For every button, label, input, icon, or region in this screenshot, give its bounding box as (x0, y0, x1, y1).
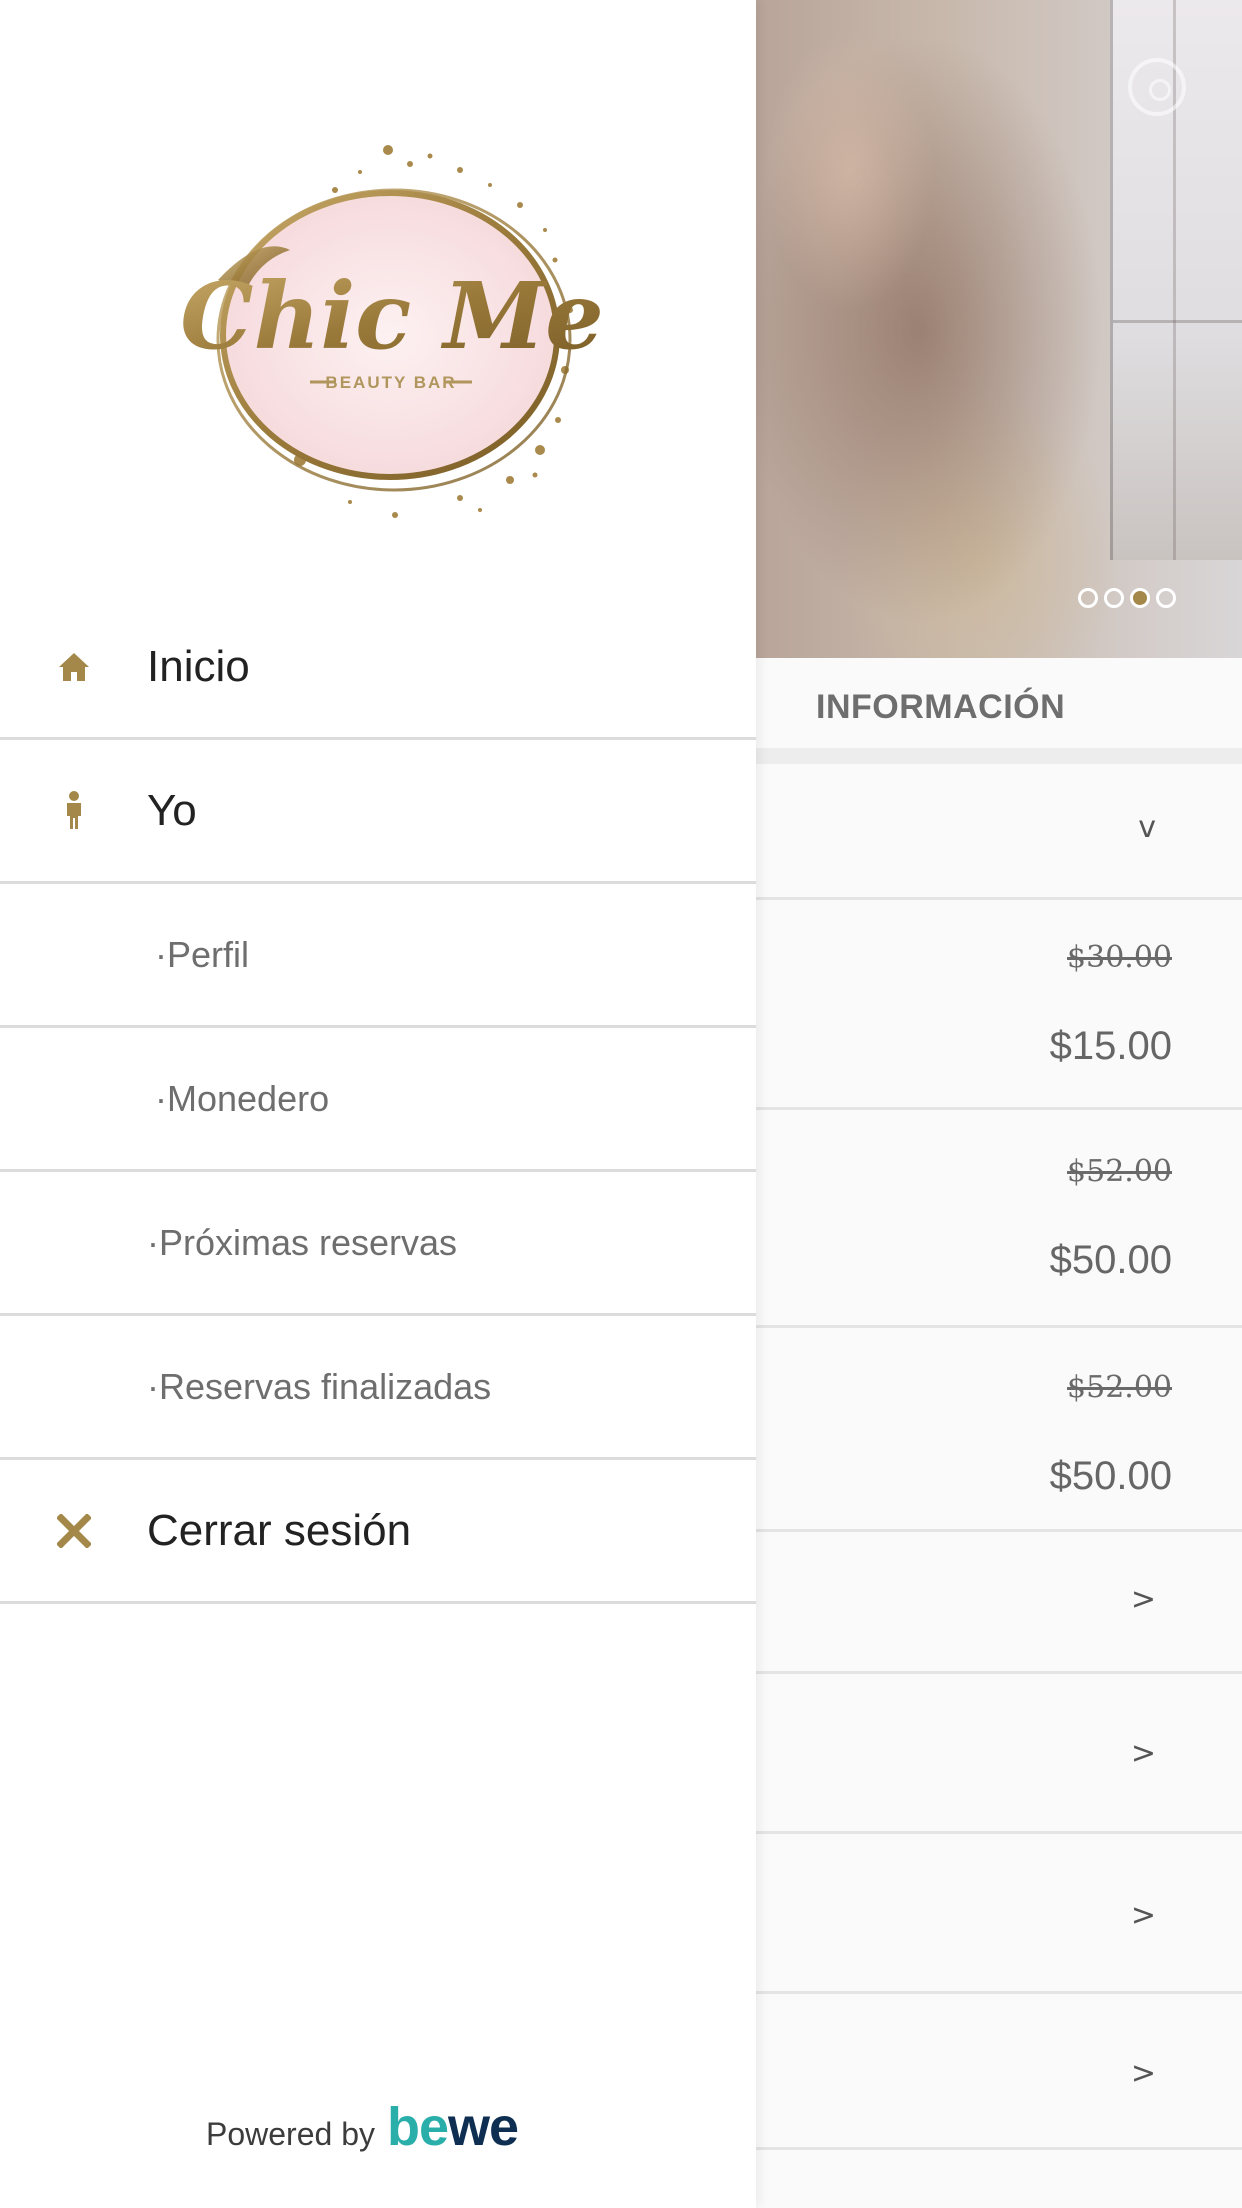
service-row[interactable]: $30.00 $15.00 (756, 900, 1242, 1110)
svg-text:Chic Me: Chic Me (180, 262, 600, 370)
category-row[interactable]: > (756, 1994, 1242, 2150)
chic-me-beauty-bar-logo: Chic Me BEAUTY BAR (180, 145, 600, 518)
menu-item-proximas-reservas[interactable]: ·Próximas reservas (0, 1172, 756, 1316)
service-row[interactable]: $52.00 $50.00 (756, 1110, 1242, 1328)
home-icon (54, 647, 94, 687)
person-icon (54, 790, 94, 831)
side-drawer-menu: Chic Me BEAUTY BAR Inicio Yo ·Perfil ·Mo… (0, 0, 756, 2208)
menu-item-cerrar-sesion[interactable]: Cerrar sesión (0, 1460, 756, 1604)
menu-label: Yo (147, 785, 197, 835)
discount-price: $15.00 (1049, 1024, 1172, 1068)
menu-label: Cerrar sesión (147, 1505, 412, 1555)
category-row[interactable]: > (756, 1532, 1242, 1674)
menu-label: ·Monedero (155, 1077, 330, 1119)
menu-item-monedero[interactable]: ·Monedero (0, 1028, 756, 1172)
menu-label: ·Reservas finalizadas (147, 1365, 492, 1407)
carousel-dot-active[interactable] (1130, 588, 1150, 608)
discount-price: $50.00 (1049, 1454, 1172, 1498)
menu-item-reservas-finalizadas[interactable]: ·Reservas finalizadas (0, 1316, 756, 1460)
settings-icon[interactable] (1128, 58, 1186, 116)
chevron-right-icon: > (1130, 1898, 1156, 1933)
carousel-indicator[interactable] (1078, 588, 1176, 608)
category-row[interactable]: > (756, 1834, 1242, 1994)
powered-by-text: Powered by (206, 2116, 375, 2152)
category-row[interactable]: > (756, 1674, 1242, 1834)
chevron-right-icon: > (1130, 2056, 1156, 2091)
section-divider (756, 748, 1242, 764)
menu-item-yo[interactable]: Yo (0, 740, 756, 884)
carousel-dot[interactable] (1156, 588, 1176, 608)
discount-price: $50.00 (1049, 1238, 1172, 1282)
menu-item-inicio[interactable]: Inicio (0, 596, 756, 740)
menu-label: ·Próximas reservas (147, 1221, 458, 1263)
close-icon (54, 1511, 94, 1551)
original-price: $52.00 (1067, 1154, 1172, 1189)
menu-label: ·Perfil (155, 933, 250, 975)
chevron-right-icon: > (1130, 1736, 1156, 1771)
menu-item-perfil[interactable]: ·Perfil (0, 884, 756, 1028)
bewe-logo[interactable]: bewe (387, 2100, 519, 2154)
info-dropdown-row[interactable]: v (756, 764, 1242, 900)
menu-label: Inicio (147, 641, 250, 691)
chevron-right-icon: > (1130, 1582, 1156, 1617)
original-price: $30.00 (1067, 940, 1172, 975)
powered-by-footer: Powered by bewe (206, 2100, 519, 2154)
carousel-dot[interactable] (1104, 588, 1124, 608)
service-row[interactable]: $52.00 $50.00 (756, 1328, 1242, 1532)
svg-text:BEAUTY BAR: BEAUTY BAR (325, 373, 456, 392)
section-heading-informacion: INFORMACIÓN (816, 688, 1066, 726)
carousel-dot[interactable] (1078, 588, 1098, 608)
chevron-down-icon: v (1138, 810, 1156, 845)
original-price: $52.00 (1067, 1370, 1172, 1405)
